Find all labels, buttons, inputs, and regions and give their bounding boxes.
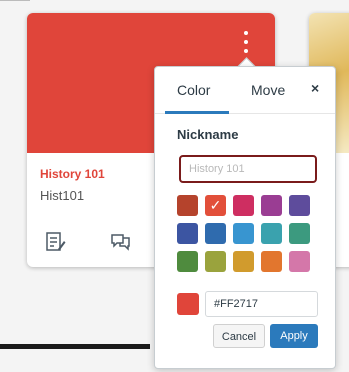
color-swatch[interactable] — [233, 251, 254, 272]
color-swatch[interactable] — [233, 223, 254, 244]
discussions-icon[interactable] — [109, 231, 131, 253]
current-color-swatch — [177, 293, 199, 315]
color-swatch[interactable] — [233, 195, 254, 216]
color-swatch[interactable] — [289, 195, 310, 216]
tab-move[interactable]: Move — [251, 82, 285, 98]
scrollbar-track — [0, 344, 150, 349]
apply-button[interactable]: Apply — [270, 324, 318, 348]
color-swatch[interactable] — [289, 223, 310, 244]
popover-tabs: Color Move × — [155, 67, 335, 114]
color-swatch[interactable] — [205, 251, 226, 272]
assignments-icon[interactable] — [44, 231, 66, 253]
color-swatch-selected[interactable]: ✓ — [205, 195, 226, 216]
color-swatch[interactable] — [261, 195, 282, 216]
color-swatch[interactable] — [177, 195, 198, 216]
course-code: Hist101 — [40, 188, 85, 203]
tab-color[interactable]: Color — [177, 82, 210, 98]
color-swatch[interactable] — [177, 251, 198, 272]
color-swatch[interactable] — [261, 223, 282, 244]
hex-color-input[interactable] — [205, 291, 318, 317]
nickname-label: Nickname — [177, 127, 239, 142]
color-swatch[interactable] — [289, 251, 310, 272]
color-swatch[interactable] — [205, 223, 226, 244]
color-swatch[interactable] — [261, 251, 282, 272]
color-swatch[interactable] — [177, 223, 198, 244]
cancel-button[interactable]: Cancel — [213, 324, 265, 348]
close-icon[interactable]: × — [311, 80, 319, 96]
divider-line — [0, 0, 30, 1]
nickname-input[interactable] — [179, 155, 317, 183]
course-title[interactable]: History 101 — [40, 167, 105, 181]
active-tab-indicator — [165, 111, 229, 114]
color-popover: Color Move × Nickname ✓ Cancel Apply — [154, 66, 336, 369]
